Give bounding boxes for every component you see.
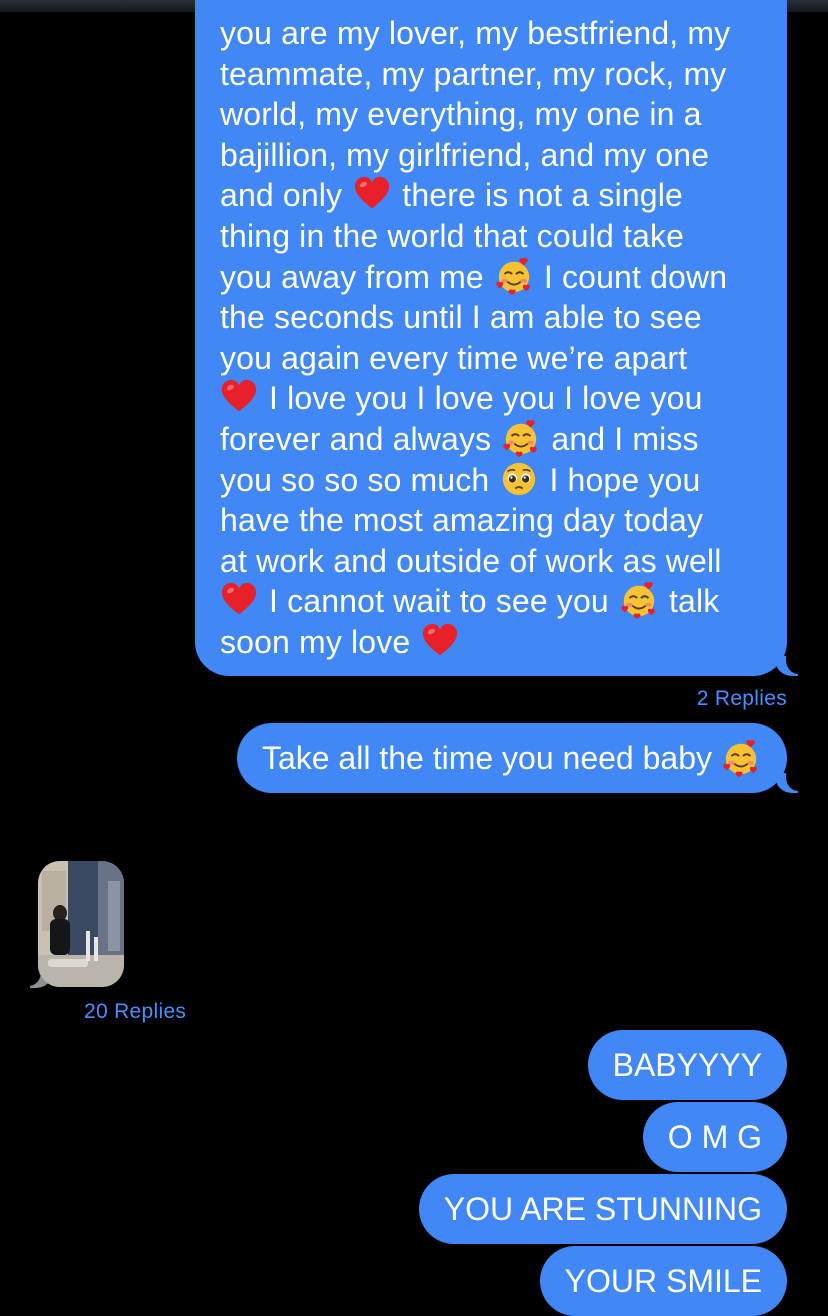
red-heart-icon — [421, 622, 459, 660]
smiling-face-with-hearts-icon — [495, 257, 533, 295]
message-line: and I miss — [551, 420, 699, 457]
message-line: there is not a single — [402, 177, 683, 214]
message-text: YOU ARE STUNNING — [443, 1190, 762, 1227]
message-text: you are my lover, my bestfriend, my team… — [220, 13, 763, 663]
message-line: teammate, my partner, my rock, my — [220, 55, 727, 92]
long-message-bubble[interactable]: you are my lover, my bestfriend, my team… — [195, 0, 804, 676]
message-line: soon my love — [220, 623, 411, 660]
mirror-selfie-image — [38, 861, 124, 987]
bubble-tail — [776, 769, 804, 793]
message-line: I count down — [543, 258, 728, 295]
message-line: and only — [220, 177, 343, 214]
red-heart-icon — [353, 175, 391, 213]
red-heart-icon — [220, 581, 258, 619]
message-line: world, my everything, my one in a — [220, 96, 702, 133]
message-line: I love you I love you I love you — [269, 380, 703, 417]
smiling-face-with-hearts-icon — [502, 419, 540, 457]
message-line: forever and always — [220, 420, 492, 457]
smiling-face-with-hearts-icon — [722, 739, 760, 777]
message-text: YOUR SMILE — [564, 1262, 762, 1299]
message-bubble-omg[interactable]: O M G — [642, 1102, 787, 1172]
message-bubble-smile[interactable]: YOUR SMILE — [539, 1246, 787, 1316]
photo-replies-link[interactable]: 20 Replies — [84, 1000, 186, 1024]
message-text: O M G — [667, 1118, 762, 1155]
message-bubble-take-time[interactable]: Take all the time you need baby — [236, 723, 804, 793]
message-line: you are my lover, my bestfriend, my — [220, 15, 731, 51]
message-bubble-babyyyy[interactable]: BABYYYY — [587, 1030, 787, 1100]
message-line: have the most amazing day today — [220, 502, 704, 539]
message-line: I cannot wait to see you — [269, 583, 609, 620]
message-line: I hope you — [549, 461, 701, 498]
message-line: the seconds until I am able to see — [220, 299, 702, 336]
smiling-face-with-hearts-icon — [620, 581, 658, 619]
message-line: at work and outside of work as well — [220, 542, 722, 579]
red-heart-icon — [220, 378, 258, 416]
message-line: thing in the world that could take — [220, 217, 685, 254]
photo-thumbnail[interactable] — [38, 861, 124, 987]
bubble-tail — [776, 652, 804, 676]
message-line: bajillion, my girlfriend, and my one — [220, 136, 710, 173]
pleading-face-icon — [500, 460, 538, 498]
replies-link[interactable]: 2 Replies — [697, 687, 787, 711]
message-text: BABYYYY — [612, 1046, 762, 1083]
message-line: you again every time we’re apart — [220, 339, 688, 376]
message-text: Take all the time you need baby — [261, 739, 712, 776]
message-line: you away from me — [220, 258, 484, 295]
message-bubble-stunning[interactable]: YOU ARE STUNNING — [418, 1174, 787, 1244]
message-line: talk — [668, 583, 720, 620]
message-line: you so so so much — [220, 461, 490, 498]
